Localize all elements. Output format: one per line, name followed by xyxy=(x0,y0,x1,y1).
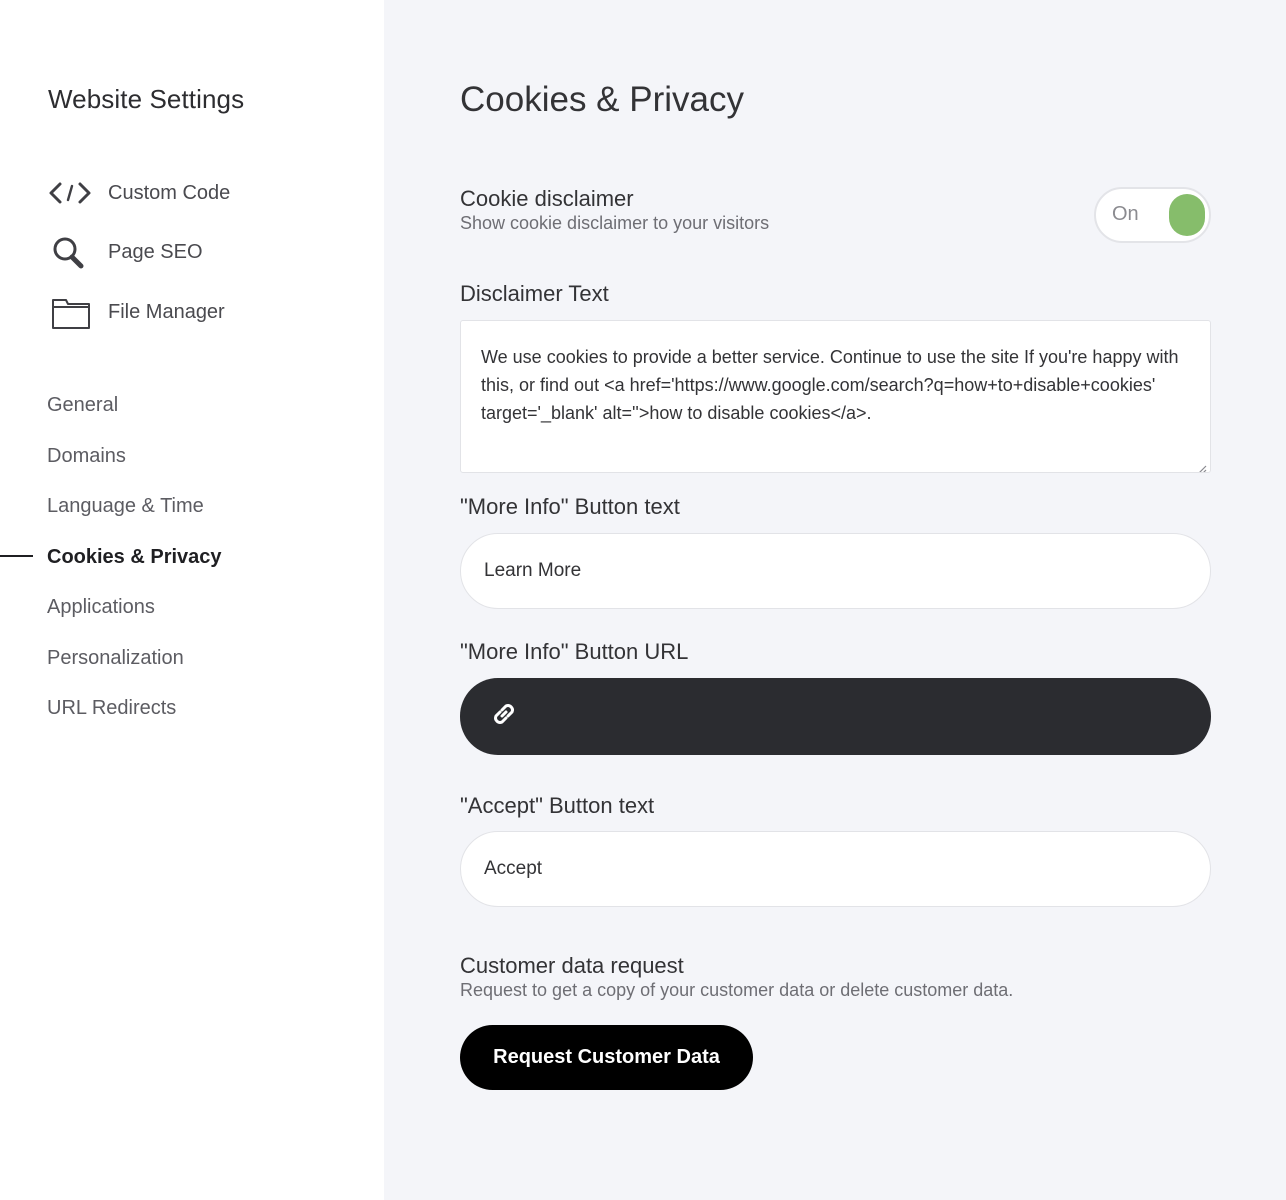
customer-data-title: Customer data request xyxy=(460,953,684,978)
nav-url-redirects[interactable]: URL Redirects xyxy=(47,696,176,720)
nav-applications[interactable]: Applications xyxy=(47,595,155,619)
disclaimer-text-label: Disclaimer Text xyxy=(460,281,609,306)
search-icon xyxy=(48,232,92,272)
resize-handle-icon[interactable] xyxy=(1195,457,1207,472)
nav-personalization[interactable]: Personalization xyxy=(47,646,184,670)
tool-label: File Manager xyxy=(108,300,225,323)
more-info-text-value: Learn More xyxy=(484,560,582,581)
more-info-url-input[interactable] xyxy=(460,678,1211,755)
active-nav-indicator xyxy=(0,555,33,557)
accept-text-label: "Accept" Button text xyxy=(460,793,655,818)
toggle-knob xyxy=(1169,194,1205,236)
nav-language-time[interactable]: Language & Time xyxy=(47,494,204,518)
nav-domains[interactable]: Domains xyxy=(47,444,126,468)
link-icon xyxy=(486,696,522,737)
tool-label: Custom Code xyxy=(108,181,231,204)
cookie-disclaimer-title: Cookie disclaimer xyxy=(460,186,634,211)
cookie-disclaimer-subtitle: Show cookie disclaimer to your visitors xyxy=(460,213,770,233)
accept-text-value: Accept xyxy=(484,858,543,879)
settings-sidebar: Website Settings Custom Code Page SEO Fi… xyxy=(0,0,384,1200)
button-label: Request Customer Data xyxy=(493,1046,720,1068)
page-title: Cookies & Privacy xyxy=(460,80,744,119)
nav-cookies-privacy[interactable]: Cookies & Privacy xyxy=(47,545,222,569)
settings-main-panel: Cookies & Privacy Cookie disclaimer Show… xyxy=(384,0,1286,1200)
customer-data-subtitle: Request to get a copy of your customer d… xyxy=(460,980,1014,1000)
more-info-text-input[interactable]: Learn More xyxy=(460,533,1211,609)
nav-general[interactable]: General xyxy=(47,393,118,417)
toggle-label: On xyxy=(1112,203,1139,225)
code-icon xyxy=(48,173,92,213)
tool-file-manager[interactable]: File Manager xyxy=(48,292,225,332)
tool-label: Page SEO xyxy=(108,240,203,263)
more-info-text-label: "More Info" Button text xyxy=(460,494,680,519)
tool-custom-code[interactable]: Custom Code xyxy=(48,173,230,213)
sidebar-title: Website Settings xyxy=(48,84,245,114)
request-customer-data-button[interactable]: Request Customer Data xyxy=(460,1025,753,1090)
accept-text-input[interactable]: Accept xyxy=(460,831,1211,907)
tool-page-seo[interactable]: Page SEO xyxy=(48,232,203,272)
folder-icon xyxy=(48,292,92,332)
disclaimer-textarea[interactable]: We use cookies to provide a better servi… xyxy=(460,320,1211,473)
cookie-disclaimer-toggle[interactable]: On xyxy=(1094,187,1211,243)
more-info-url-label: "More Info" Button URL xyxy=(460,639,689,664)
disclaimer-text-value: We use cookies to provide a better servi… xyxy=(481,347,1179,423)
